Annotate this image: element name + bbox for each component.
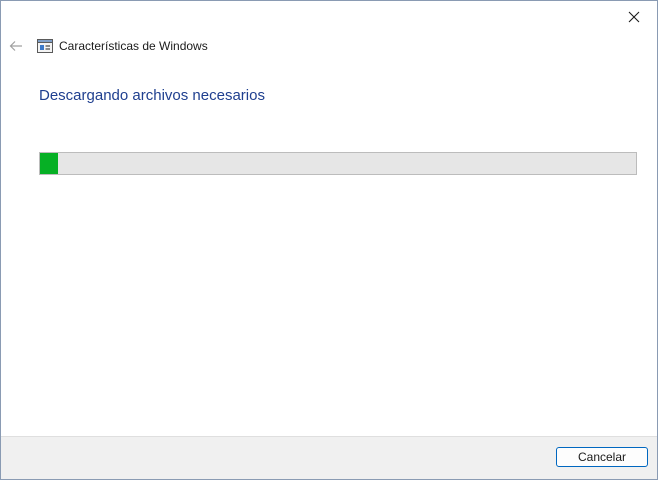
download-progress-bar [39, 152, 637, 175]
back-button[interactable] [7, 37, 25, 55]
windows-features-dialog: Características de Windows Descargando a… [0, 0, 658, 480]
windows-features-icon [37, 39, 53, 53]
close-icon [628, 11, 640, 23]
dialog-footer: Cancelar [1, 436, 657, 479]
title-bar: Características de Windows [37, 37, 208, 55]
close-button[interactable] [611, 1, 657, 33]
window-title: Características de Windows [59, 39, 208, 53]
status-heading: Descargando archivos necesarios [39, 87, 265, 104]
progress-fill [40, 153, 58, 174]
back-arrow-icon [9, 41, 22, 51]
cancel-button[interactable]: Cancelar [556, 447, 648, 467]
